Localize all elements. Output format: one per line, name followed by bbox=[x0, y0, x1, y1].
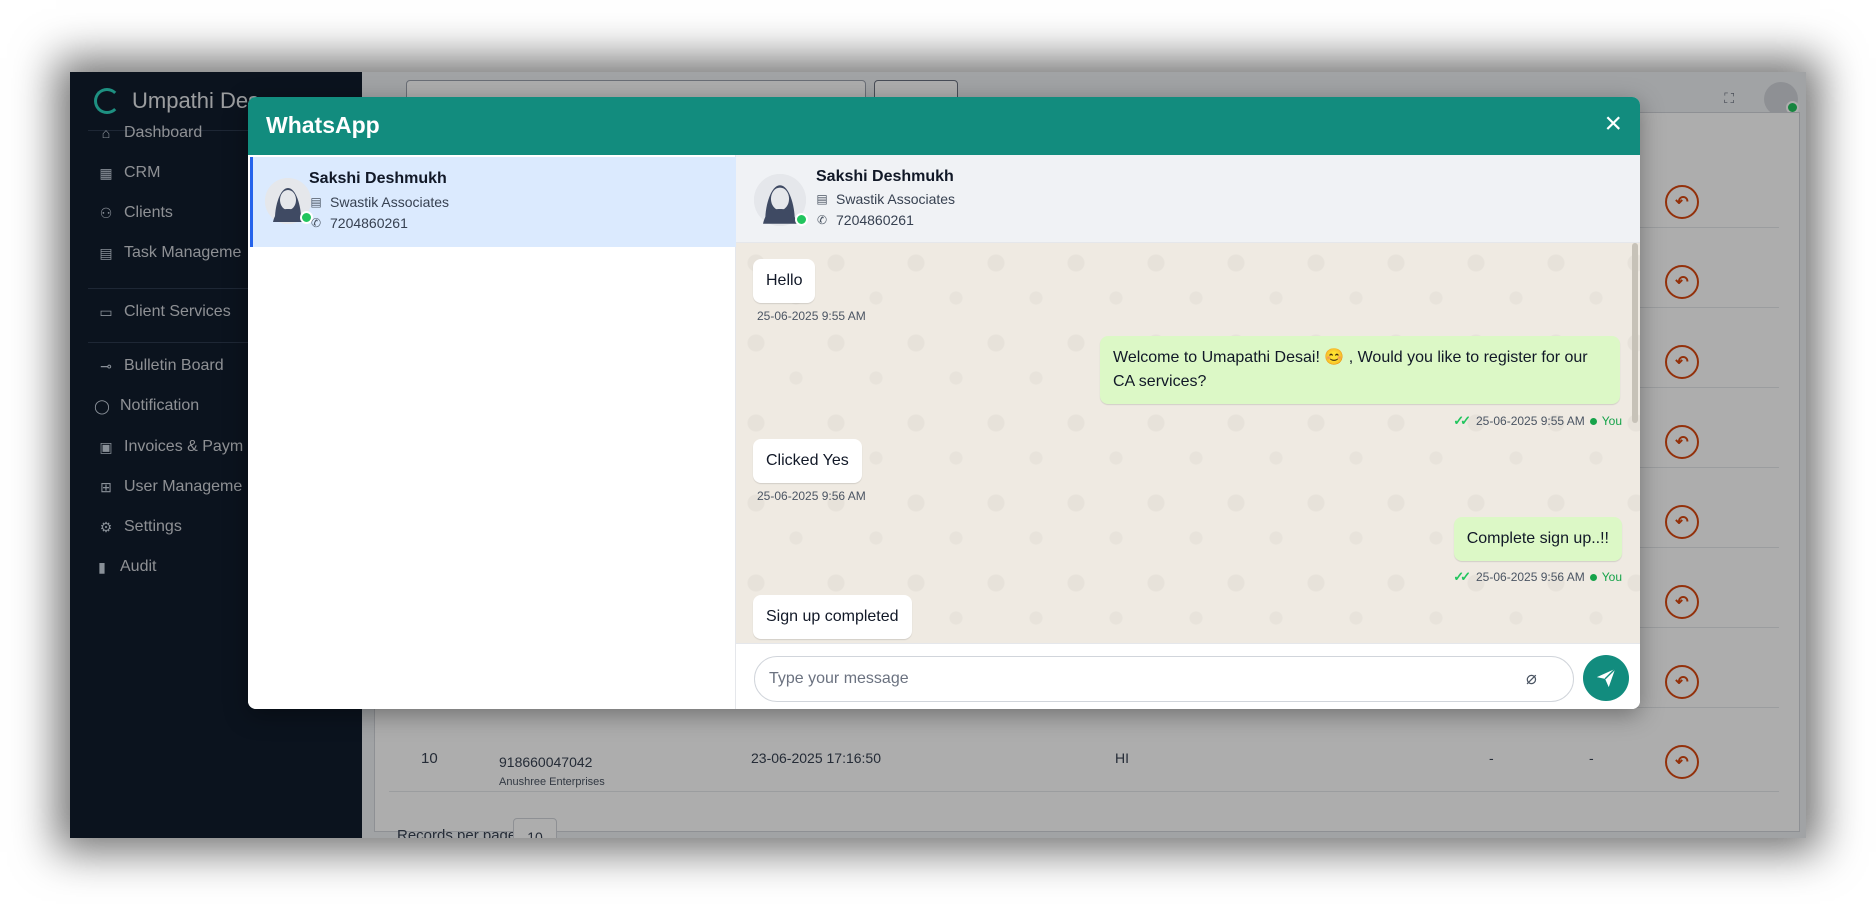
message-bubble-incoming: Clicked Yes bbox=[753, 439, 862, 483]
message-sender: You bbox=[1601, 414, 1622, 428]
close-button[interactable]: × bbox=[1604, 109, 1622, 139]
contact-item[interactable]: Sakshi Deshmukh ▤ Swastik Associates ✆ 7… bbox=[250, 157, 736, 247]
message-bubble-incoming: Hello bbox=[753, 259, 816, 303]
message-time: 25-06-2025 9:56 AM bbox=[1476, 570, 1585, 584]
building-icon: ▤ bbox=[816, 192, 828, 206]
message-composer: ⌀ bbox=[736, 643, 1640, 709]
contact-company: ▤ Swastik Associates bbox=[310, 194, 449, 210]
message-bubble-outgoing: Welcome to Umapathi Desai! 😊 , Would you… bbox=[1100, 336, 1620, 404]
online-status-dot bbox=[795, 213, 808, 226]
message-input[interactable] bbox=[754, 656, 1574, 702]
contact-list: Sakshi Deshmukh ▤ Swastik Associates ✆ 7… bbox=[248, 155, 736, 709]
contact-company-text: Swastik Associates bbox=[330, 194, 450, 210]
message-meta: ✓✓ 25-06-2025 9:56 AM You bbox=[1453, 569, 1622, 585]
contact-phone-text: 7204860261 bbox=[330, 215, 408, 231]
modal-title: WhatsApp bbox=[266, 112, 380, 138]
sender-dot bbox=[1589, 573, 1597, 581]
message-bubble-outgoing: Complete sign up..!! bbox=[1453, 517, 1622, 561]
building-icon: ▤ bbox=[310, 195, 322, 209]
message-text: Welcome to Umapathi Desai! 😊 , Would you… bbox=[1113, 349, 1588, 366]
send-button[interactable] bbox=[1583, 655, 1629, 701]
chat-header: Sakshi Deshmukh ▤ Swastik Associates ✆ 7… bbox=[736, 155, 1640, 243]
contact-name: Sakshi Deshmukh bbox=[309, 170, 447, 187]
double-check-icon: ✓✓ bbox=[1453, 569, 1471, 584]
chat-contact-name: Sakshi Deshmukh bbox=[816, 168, 954, 185]
phone-icon: ✆ bbox=[816, 213, 828, 227]
contact-phone: ✆ 7204860261 bbox=[310, 215, 408, 231]
avatar bbox=[754, 174, 808, 226]
double-check-icon: ✓✓ bbox=[1453, 413, 1471, 428]
message-time: 25-06-2025 9:55 AM bbox=[757, 309, 866, 323]
chat-contact-company-text: Swastik Associates bbox=[836, 191, 956, 207]
send-icon bbox=[1596, 668, 1616, 688]
message-time: 25-06-2025 9:56 AM bbox=[757, 489, 866, 503]
message-text: Sign up completed bbox=[766, 608, 899, 625]
phone-icon: ✆ bbox=[310, 216, 322, 230]
chat-contact-phone: ✆ 7204860261 bbox=[816, 212, 914, 228]
chat-contact-company: ▤ Swastik Associates bbox=[816, 191, 955, 207]
whatsapp-modal: WhatsApp × Sakshi Deshmukh ▤ Swastik Ass… bbox=[248, 97, 1640, 709]
modal-header: WhatsApp × bbox=[248, 97, 1640, 155]
message-time: 25-06-2025 9:55 AM bbox=[1476, 414, 1585, 428]
message-text: Hello bbox=[766, 272, 803, 289]
chat-pane: Sakshi Deshmukh ▤ Swastik Associates ✆ 7… bbox=[736, 155, 1640, 709]
message-text: CA services? bbox=[1113, 373, 1207, 390]
message-meta: ✓✓ 25-06-2025 9:55 AM You bbox=[1453, 413, 1622, 429]
message-list[interactable]: Hello 25-06-2025 9:55 AM Welcome to Umap… bbox=[736, 243, 1640, 643]
message-text: Complete sign up..!! bbox=[1466, 530, 1609, 547]
message-text: Clicked Yes bbox=[766, 452, 849, 469]
sender-dot bbox=[1589, 417, 1597, 425]
chat-contact-phone-text: 7204860261 bbox=[836, 212, 914, 228]
avatar bbox=[265, 178, 313, 224]
message-bubble-incoming: Sign up completed bbox=[753, 595, 912, 639]
message-sender: You bbox=[1601, 570, 1622, 584]
paperclip-icon[interactable]: ⌀ bbox=[1526, 668, 1537, 689]
scrollbar[interactable] bbox=[1632, 243, 1638, 423]
